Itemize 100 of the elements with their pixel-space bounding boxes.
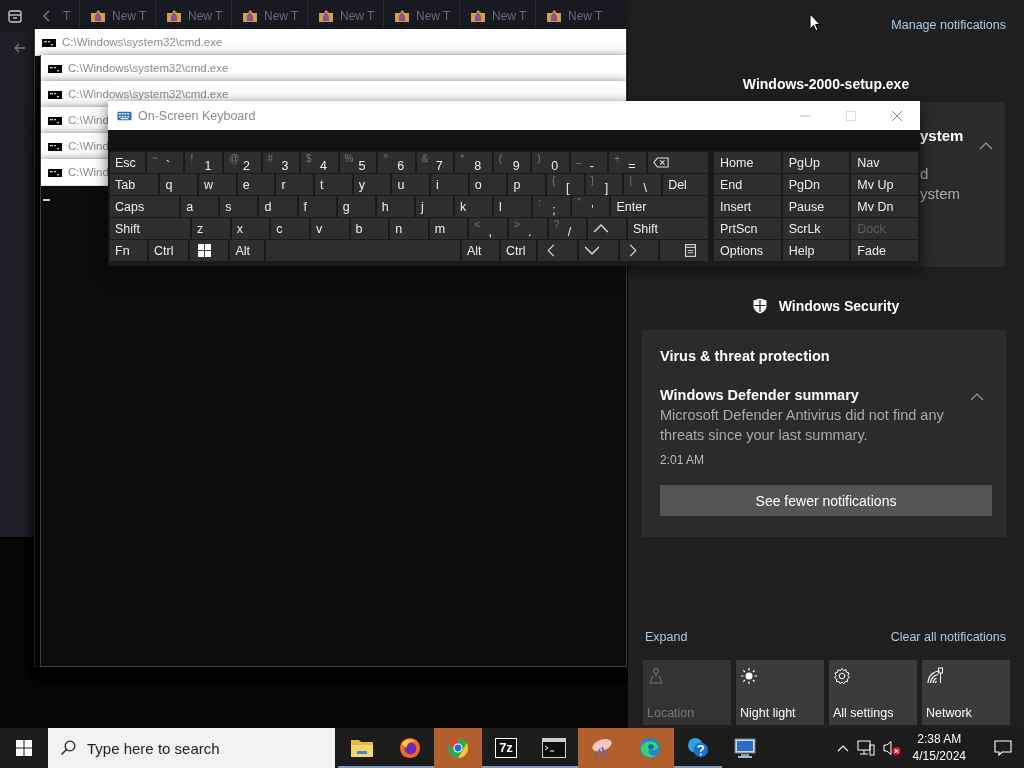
keyboard-key[interactable]: Shift: [627, 218, 708, 239]
keyboard-key[interactable]: { [: [547, 174, 584, 195]
keyboard-key[interactable]: b: [350, 218, 389, 239]
keyboard-key[interactable]: * 8: [455, 152, 492, 173]
see-fewer-button[interactable]: See fewer notifications: [660, 485, 992, 516]
keyboard-key[interactable]: i: [431, 174, 468, 195]
keyboard-key[interactable]: [189, 240, 229, 261]
keyboard-key[interactable]: [619, 240, 659, 261]
keyboard-key[interactable]: PrtScn: [714, 218, 781, 239]
speaker-muted-icon[interactable]: [882, 740, 901, 756]
quick-action-tile[interactable]: All settings: [829, 660, 917, 725]
title-bar[interactable]: On-Screen Keyboard: [108, 101, 920, 130]
clear-all-link[interactable]: Clear all notifications: [890, 630, 1006, 644]
expand-link[interactable]: Expand: [645, 630, 688, 644]
keyboard-key[interactable]: l: [494, 196, 532, 217]
keyboard-key[interactable]: Ctrl: [149, 240, 188, 261]
keyboard-key[interactable]: : ;: [533, 196, 571, 217]
keyboard-key[interactable]: [647, 152, 709, 173]
keyboard-key[interactable]: Mv Dn: [851, 196, 918, 217]
keyboard-key[interactable]: PgDn: [782, 174, 850, 195]
keyboard-key[interactable]: t: [315, 174, 352, 195]
keyboard-key[interactable]: x: [231, 218, 270, 239]
quick-action-tile[interactable]: Night light: [736, 660, 824, 725]
keyboard-key[interactable]: k: [455, 196, 493, 217]
keyboard-key[interactable]: n: [390, 218, 428, 239]
keyboard-key[interactable]: Caps: [110, 196, 180, 217]
keyboard-key[interactable]: < ,: [469, 218, 508, 239]
keyboard-key[interactable]: c: [271, 218, 309, 239]
keyboard-key[interactable]: % 5: [339, 152, 377, 173]
keyboard-key[interactable]: | \: [624, 174, 662, 195]
title-bar[interactable]: C:\Windows\system32\cmd.exe: [35, 29, 626, 56]
keyboard-key[interactable]: @ 2: [224, 152, 261, 173]
keyboard-key[interactable]: ScrLk: [782, 218, 850, 239]
chevron-right-icon: [628, 244, 637, 257]
settings-icon: [833, 667, 851, 685]
keyboard-key[interactable]: Tab: [110, 174, 159, 195]
keyboard-key[interactable]: Del: [663, 174, 709, 195]
keyboard-key[interactable]: g: [337, 196, 375, 217]
notification-icon[interactable]: [994, 740, 1012, 756]
keyboard-key[interactable]: Insert: [714, 196, 781, 217]
keyboard-key[interactable]: Help: [782, 240, 850, 261]
keyboard-key[interactable]: e: [237, 174, 275, 195]
keyboard-key[interactable]: $ 4: [301, 152, 338, 173]
keyboard-key[interactable]: s: [220, 196, 258, 217]
clock-date[interactable]: 4/15/2024: [912, 748, 966, 765]
keyboard-key[interactable]: j: [415, 196, 453, 217]
keyboard-key[interactable]: Shift: [110, 218, 191, 239]
keyboard-key[interactable]: m: [429, 218, 468, 239]
keyboard-key[interactable]: _ -: [570, 152, 608, 173]
keyboard-key[interactable]: Enter: [611, 196, 708, 217]
keyboard-key[interactable]: PgUp: [782, 152, 850, 173]
box-icon[interactable]: [7, 8, 23, 24]
keyboard-key[interactable]: } ]: [585, 174, 623, 195]
keyboard-key[interactable]: ? /: [548, 218, 587, 239]
keyboard-key[interactable]: o: [469, 174, 507, 195]
keyboard-key[interactable]: d: [259, 196, 297, 217]
manage-notifications-link[interactable]: Manage notifications: [891, 18, 1006, 32]
keyboard-key[interactable]: ~ `: [146, 152, 184, 173]
keyboard-key[interactable]: Home: [714, 152, 781, 173]
keyboard-key[interactable]: v: [310, 218, 349, 239]
keyboard-key[interactable]: Fn: [110, 240, 148, 261]
keyboard-key[interactable]: Alt: [461, 240, 499, 261]
keyboard-key[interactable]: " ': [572, 196, 610, 217]
keyboard-key[interactable]: [660, 240, 708, 261]
keyboard-key[interactable]: Fade: [851, 240, 918, 261]
quick-action-tile[interactable]: Network: [922, 660, 1010, 725]
keyboard-key[interactable]: f: [298, 196, 336, 217]
keyboard-key[interactable]: z: [192, 218, 230, 239]
keyboard-key[interactable]: r: [276, 174, 314, 195]
keyboard-key[interactable]: Mv Up: [851, 174, 918, 195]
keyboard-key[interactable]: # 3: [262, 152, 300, 173]
title-bar[interactable]: C:\Windows\system32\cmd.exe: [41, 55, 626, 82]
keyboard-key[interactable]: u: [392, 174, 430, 195]
keyboard-key[interactable]: ^ 6: [378, 152, 415, 173]
keyboard-key[interactable]: p: [508, 174, 546, 195]
keyboard-key[interactable]: Pause: [782, 196, 850, 217]
notification-card[interactable]: Virus & threat protection Windows Defender summary Microsoft Defender Antivirus did not find any threats since your last summary. 2:01 AM See fewer notifications: [642, 330, 1006, 537]
keyboard-key[interactable]: Esc: [110, 152, 145, 173]
keyboard-key[interactable]: & 7: [416, 152, 454, 173]
keyboard-key[interactable]: q: [160, 174, 198, 195]
network-icon[interactable]: [856, 740, 875, 756]
keyboard-key[interactable]: a: [181, 196, 219, 217]
keyboard-key[interactable]: h: [376, 196, 414, 217]
keyboard-key[interactable]: Nav: [851, 152, 918, 173]
taskbar-button[interactable]: 7z: [482, 728, 530, 768]
keyboard-key[interactable]: Ctrl: [501, 240, 537, 261]
keyboard-key[interactable]: End: [714, 174, 781, 195]
keyboard-key[interactable]: ( 9: [493, 152, 531, 173]
keyboard-key[interactable]: ) 0: [532, 152, 569, 173]
keyboard-key[interactable]: [538, 240, 578, 261]
keyboard-key[interactable]: + =: [609, 152, 646, 173]
close-icon[interactable]: [891, 109, 903, 122]
search-field[interactable]: Type here to search: [48, 728, 335, 768]
keyboard-key[interactable]: Alt: [230, 240, 265, 261]
keyboard-key[interactable]: > .: [509, 218, 547, 239]
keyboard-key[interactable]: y: [353, 174, 391, 195]
keyboard-key[interactable]: ! 1: [185, 152, 222, 173]
keyboard-key[interactable]: Options: [714, 240, 781, 261]
keyboard-key[interactable]: w: [199, 174, 236, 195]
clock-time[interactable]: 2:38 AM: [917, 731, 962, 748]
